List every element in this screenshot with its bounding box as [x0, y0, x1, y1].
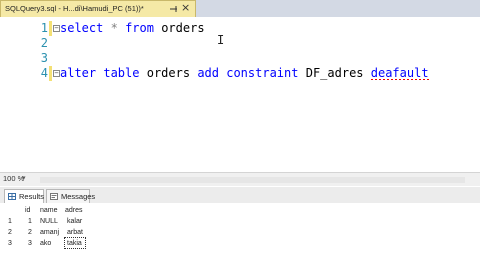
constraint-name: DF_adres: [305, 66, 364, 80]
code-line-4[interactable]: alter table orders add constraint DF_adr…: [60, 66, 429, 80]
change-marker: [49, 66, 52, 81]
line-number: 3: [40, 51, 48, 65]
keyword-alter: alter: [60, 66, 97, 80]
query-editor[interactable]: 1 2 3 4 − − select * from orders alter t…: [0, 17, 480, 172]
results-grid[interactable]: id name adres 1 1 NULL kalar 2 2 amanj a…: [0, 203, 480, 270]
operator-star: *: [110, 21, 118, 35]
query-tab[interactable]: SQLQuery3.sql - H...di\Hamudi_PC (51))* …: [0, 0, 196, 17]
query-tab-title: SQLQuery3.sql - H...di\Hamudi_PC (51))*: [5, 4, 144, 13]
i-beam-cursor-icon: I: [217, 33, 225, 47]
collapse-toggle-icon[interactable]: −: [53, 70, 60, 77]
selected-cell-adres[interactable]: takia: [64, 237, 86, 249]
document-tab-bar: SQLQuery3.sql - H...di\Hamudi_PC (51))* …: [0, 0, 480, 17]
row-number[interactable]: 3: [8, 238, 12, 250]
change-marker: [49, 21, 52, 36]
cell-name[interactable]: ako: [40, 238, 51, 250]
keyword-from: from: [125, 21, 154, 35]
collapse-toggle-icon[interactable]: −: [53, 25, 60, 32]
table-identifier: orders: [161, 21, 205, 35]
grid-icon: [8, 193, 16, 200]
line-number: 2: [40, 36, 48, 50]
results-tab-strip: Results Messages: [0, 187, 480, 203]
cell-id[interactable]: 3: [28, 238, 32, 250]
line-number: 1: [40, 21, 48, 35]
tab-results-label: Results: [19, 192, 45, 201]
pin-icon[interactable]: [169, 4, 179, 14]
table-identifier: orders: [146, 66, 191, 80]
chevron-down-icon[interactable]: ▾: [22, 174, 26, 182]
tab-results[interactable]: Results: [4, 189, 44, 203]
line-number: 4: [40, 66, 48, 80]
zoom-bar: 100 % ▾: [0, 172, 480, 186]
keyword-constraint: constraint: [226, 66, 299, 80]
messages-icon: [50, 193, 58, 200]
code-line-1[interactable]: select * from orders: [60, 21, 205, 35]
keyword-table: table: [103, 66, 140, 80]
close-icon[interactable]: ×: [181, 2, 190, 14]
keyword-add: add: [197, 66, 219, 80]
horizontal-scrollbar[interactable]: [40, 177, 465, 183]
tab-messages-label: Messages: [61, 192, 96, 201]
keyword-select: select: [60, 21, 104, 35]
misspelled-keyword: deafault: [370, 66, 429, 80]
tab-messages[interactable]: Messages: [46, 189, 95, 203]
